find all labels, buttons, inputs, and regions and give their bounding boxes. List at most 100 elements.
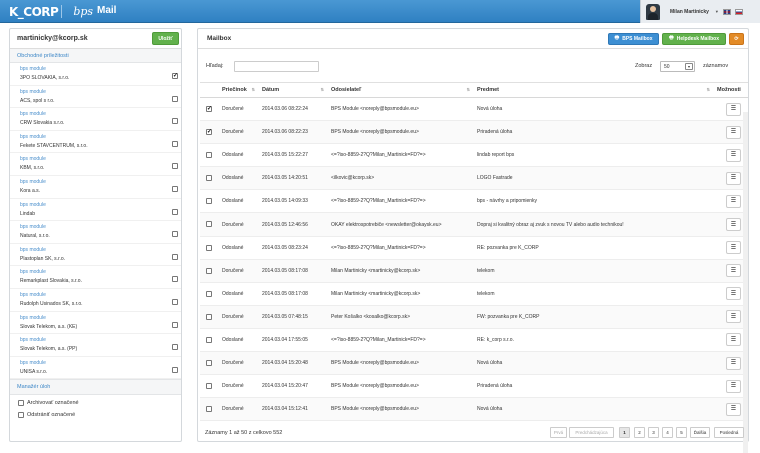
module-checkbox[interactable] [172, 321, 178, 328]
module-checkbox[interactable] [172, 231, 178, 238]
helpdesk-mailbox-button[interactable]: 🖶 Helpdesk Mailbox [662, 33, 726, 45]
col-subject[interactable]: Predmet ⇅ [473, 82, 713, 98]
module-link[interactable]: bps module [20, 337, 46, 343]
pager-page-4[interactable]: 4 [662, 427, 673, 438]
row-checkbox[interactable] [206, 105, 212, 112]
col-sender[interactable]: Odosielateľ ⇅ [327, 82, 473, 98]
module-link[interactable]: bps module [20, 224, 46, 230]
row-menu-button[interactable]: ☰ [726, 310, 741, 324]
table-row[interactable]: Doručené2014.03.06 08:22:23BPS Module <n… [200, 120, 748, 145]
row-checkbox[interactable] [206, 198, 212, 205]
module-link[interactable]: bps module [20, 360, 46, 366]
logo[interactable]: K_CORP bps [9, 4, 93, 19]
row-subject[interactable]: bps - návrhy a pripomienky [473, 189, 713, 214]
archive-option[interactable]: Archivovať označené [18, 400, 79, 407]
module-link[interactable]: bps module [20, 111, 46, 117]
table-row[interactable]: Doručené 2014.03.05 07:48:15 Peter Košalko… [200, 305, 748, 329]
table-row[interactable]: Doručené 2014.03.05 12:46:56 OKAY elektros… [200, 212, 748, 237]
module-link[interactable]: bps module [20, 292, 46, 298]
page-size-select[interactable]: 50 ▾ [660, 61, 695, 72]
module-link[interactable]: bps module [20, 156, 46, 162]
row-checkbox[interactable] [206, 221, 212, 228]
row-checkbox[interactable] [206, 128, 212, 136]
module-link[interactable]: bps module [20, 179, 46, 185]
row-menu-button[interactable]: ☰ [726, 102, 741, 116]
module-link[interactable]: bps module [20, 66, 46, 72]
flag-sk-icon[interactable] [734, 8, 743, 15]
save-button[interactable]: Uložiť [152, 32, 179, 45]
table-row[interactable]: Doručené 2014.03.04 15:12:41 BPS Module <n… [200, 397, 748, 422]
module-link[interactable]: bps module [20, 247, 46, 253]
row-checkbox[interactable] [206, 267, 212, 274]
scrollbar[interactable] [743, 112, 748, 453]
table-row[interactable]: Odoslané 2014.03.05 14:09:33 <=?iso-8859-2… [200, 189, 748, 214]
row-subject[interactable]: Nová úloha [473, 397, 713, 422]
pager-page-3[interactable]: 3 [648, 427, 659, 438]
row-subject[interactable]: telekom [473, 282, 713, 306]
module-checkbox[interactable] [172, 95, 178, 102]
section-task-manager[interactable]: Manažér úloh [10, 379, 181, 396]
search-input[interactable] [234, 61, 319, 72]
table-row[interactable]: Odoslané 2014.03.05 08:17:08 Milan Martini… [200, 282, 748, 306]
row-checkbox[interactable] [206, 290, 212, 297]
table-row[interactable]: Odoslané 2014.03.05 14:20:51 <ilkovic@kcor… [200, 166, 748, 191]
section-opportunities[interactable]: Obchodné príležitosti [10, 49, 181, 63]
table-row[interactable]: Doručené 2014.03.04 15:20:47 BPS Module <n… [200, 374, 748, 399]
module-checkbox[interactable] [172, 185, 178, 192]
row-menu-button[interactable]: ☰ [726, 333, 741, 347]
row-checkbox[interactable] [206, 152, 212, 159]
pager-next[interactable]: Ďalšia [690, 427, 710, 438]
col-date[interactable]: Dátum ⇅ [258, 82, 327, 98]
module-link[interactable]: bps module [20, 269, 46, 275]
row-menu-button[interactable]: ☰ [726, 287, 741, 301]
pager-page-2[interactable]: 2 [634, 427, 645, 438]
module-checkbox[interactable] [172, 140, 178, 147]
module-link[interactable]: bps module [20, 315, 46, 321]
module-link[interactable]: bps module [20, 89, 46, 95]
row-menu-button[interactable]: ☰ [726, 125, 741, 139]
row-subject[interactable]: Nová úloha [473, 351, 713, 376]
row-checkbox[interactable] [206, 313, 212, 320]
row-subject[interactable]: Priradená úloha [473, 120, 713, 145]
table-row[interactable]: Doručené 2014.03.04 15:20:48 BPS Module <n… [200, 351, 748, 376]
module-checkbox[interactable] [172, 344, 178, 351]
row-subject[interactable]: LOGO Fastrade [473, 166, 713, 191]
row-menu-button[interactable]: ☰ [726, 194, 741, 208]
module-checkbox[interactable] [172, 163, 178, 170]
table-row[interactable]: Doručené2014.03.06 08:22:24BPS Module <n… [200, 97, 748, 122]
row-subject[interactable]: RE: pozvanka pre K_CORP [473, 236, 713, 260]
row-menu-button[interactable]: ☰ [726, 356, 741, 370]
row-menu-button[interactable]: ☰ [726, 402, 741, 416]
module-checkbox[interactable] [172, 298, 178, 305]
module-checkbox[interactable] [172, 276, 178, 283]
row-subject[interactable]: RE: k_corp s.r.o. [473, 328, 713, 353]
delete-option[interactable]: Odstrániť označené [18, 412, 75, 419]
row-menu-button[interactable]: ☰ [726, 171, 741, 185]
row-checkbox[interactable] [206, 336, 212, 343]
pager-first[interactable]: Prvá [550, 427, 567, 438]
row-menu-button[interactable]: ☰ [726, 264, 741, 278]
row-subject[interactable]: FW: pozvanka pre K_CORP [473, 305, 713, 329]
row-menu-button[interactable]: ☰ [726, 218, 741, 232]
module-checkbox[interactable] [172, 118, 178, 125]
pager-last[interactable]: Posledná [714, 427, 744, 438]
module-checkbox[interactable] [172, 72, 178, 79]
module-checkbox[interactable] [172, 208, 178, 215]
table-row[interactable]: Odoslané 2014.03.05 08:23:24 <=?iso-8859-2… [200, 236, 748, 260]
col-folder[interactable]: Priečinok ⇅ [218, 82, 258, 98]
table-row[interactable]: Odoslané 2014.03.05 15:22:27 <=?iso-8859-2… [200, 143, 748, 168]
chevron-down-icon[interactable]: ▼ [715, 9, 719, 14]
row-menu-button[interactable]: ☰ [726, 379, 741, 393]
module-link[interactable]: bps module [20, 202, 46, 208]
row-subject[interactable]: Priradená úloha [473, 374, 713, 399]
row-subject[interactable]: lindab report bps [473, 143, 713, 168]
row-menu-button[interactable]: ☰ [726, 241, 741, 255]
module-checkbox[interactable] [172, 366, 178, 373]
row-subject[interactable]: telekom [473, 259, 713, 283]
row-menu-button[interactable]: ☰ [726, 148, 741, 162]
row-checkbox[interactable] [206, 244, 212, 251]
table-row[interactable]: Odoslané 2014.03.04 17:55:05 <=?iso-8859-2… [200, 328, 748, 353]
row-subject[interactable]: Nová úloha [473, 97, 713, 122]
user-menu[interactable]: Milan Martinicky ▼ [640, 0, 760, 23]
module-link[interactable]: bps module [20, 134, 46, 140]
